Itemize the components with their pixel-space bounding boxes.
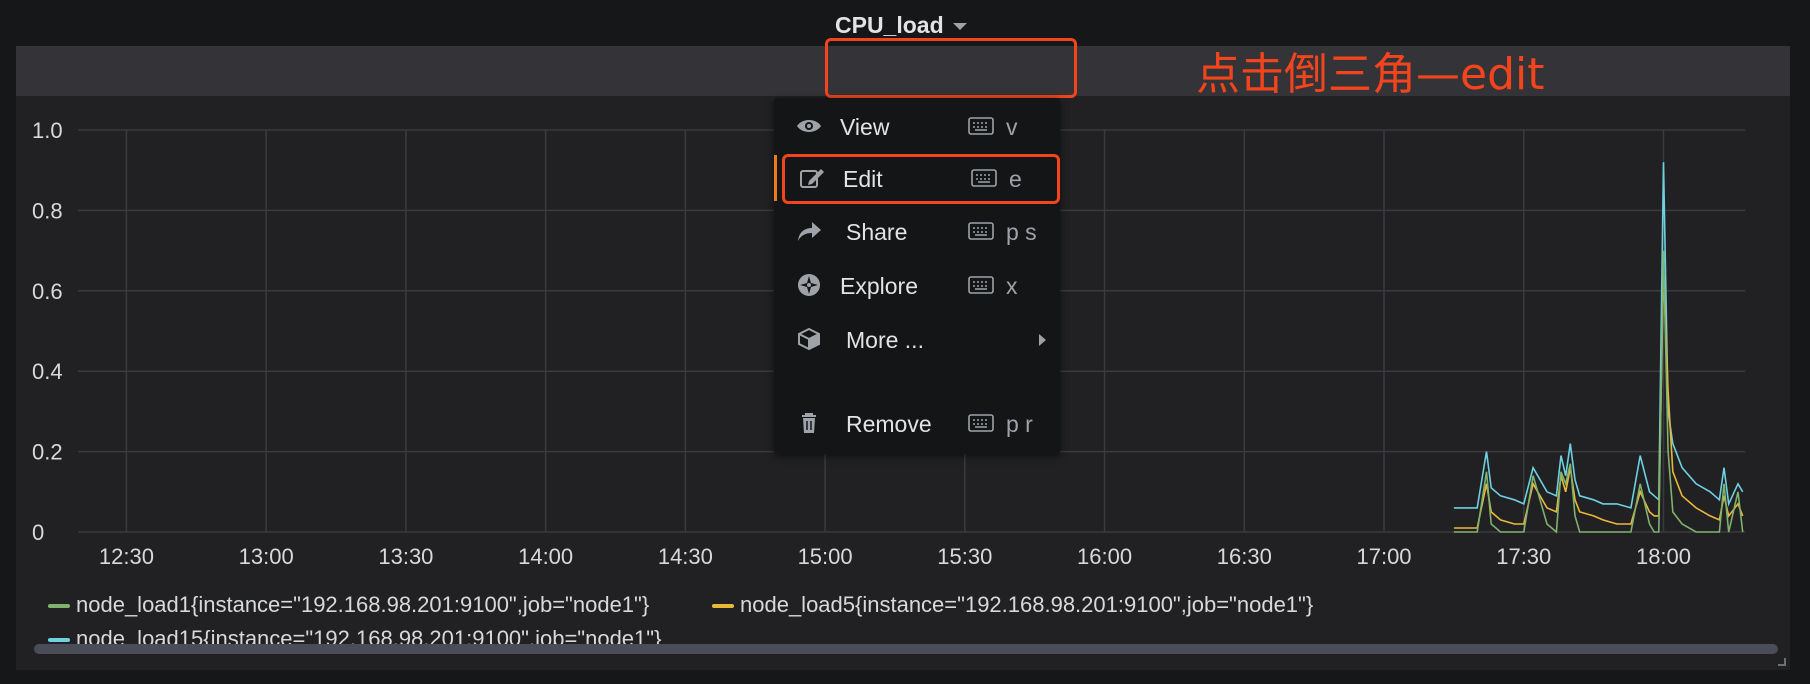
keyboard-icon	[968, 414, 994, 432]
panel-dropdown-menu: View v Edit e Share p s Explore x More .…	[774, 98, 1060, 454]
menu-shortcut: p s	[1006, 219, 1037, 245]
title-highlight-box	[825, 38, 1077, 98]
legend-scrollbar[interactable]	[34, 644, 1778, 654]
y-tick-label: 1.0	[32, 118, 63, 143]
legend-item-load15[interactable]: node_load15{instance="192.168.98.201:910…	[48, 626, 661, 644]
x-tick-label: 12:30	[99, 544, 154, 569]
x-tick-label: 16:00	[1077, 544, 1132, 569]
edit-highlight-box	[782, 154, 1060, 204]
menu-item-label: More ...	[846, 327, 924, 353]
y-tick-label: 0.4	[32, 359, 63, 384]
submenu-arrow-icon	[1039, 334, 1046, 346]
x-tick-label: 16:30	[1217, 544, 1272, 569]
cube-icon	[798, 327, 820, 351]
menu-shortcut: v	[1006, 114, 1018, 140]
legend-swatch	[48, 638, 70, 643]
compass-icon	[798, 274, 820, 296]
x-tick-label: 15:30	[937, 544, 992, 569]
menu-item-explore[interactable]: Explore x	[774, 262, 1060, 308]
y-tick-label: 0.8	[32, 198, 63, 223]
chart-legend: node_load1{instance="192.168.98.201:9100…	[44, 588, 1784, 644]
menu-item-label: View	[840, 114, 890, 140]
x-tick-label: 17:00	[1356, 544, 1411, 569]
menu-item-more[interactable]: More ...	[774, 316, 1060, 362]
menu-item-label: Remove	[846, 411, 932, 437]
y-tick-label: 0.6	[32, 279, 63, 304]
series-line-load15	[1453, 162, 1744, 509]
eye-icon	[797, 120, 821, 132]
menu-shortcut: p r	[1006, 411, 1033, 437]
annotation-text: 点击倒三角—edit	[1196, 49, 1545, 100]
menu-item-label: Explore	[840, 273, 918, 299]
x-tick-label: 14:30	[658, 544, 713, 569]
caret-down-icon[interactable]	[952, 23, 967, 31]
legend-item-load1[interactable]: node_load1{instance="192.168.98.201:9100…	[48, 592, 649, 618]
panel-title-text: CPU_load	[835, 12, 944, 38]
y-tick-label: 0.2	[32, 440, 63, 465]
panel-title-button[interactable]: CPU_load	[835, 12, 967, 39]
x-tick-label: 13:30	[378, 544, 433, 569]
x-tick-label: 18:00	[1636, 544, 1691, 569]
keyboard-icon	[968, 222, 994, 240]
x-tick-label: 14:00	[518, 544, 573, 569]
menu-shortcut: x	[1006, 273, 1018, 299]
x-tick-label: 15:00	[798, 544, 853, 569]
menu-item-remove[interactable]: Remove p r	[774, 400, 1060, 446]
series-line-load5	[1453, 270, 1744, 529]
legend-label: node_load1{instance="192.168.98.201:9100…	[76, 592, 650, 617]
trash-icon	[802, 413, 816, 433]
menu-item-label: Share	[846, 219, 908, 245]
x-tick-label: 17:30	[1496, 544, 1551, 569]
legend-swatch	[48, 604, 70, 609]
keyboard-icon	[968, 117, 994, 135]
menu-item-share[interactable]: Share p s	[774, 208, 1060, 254]
legend-label: node_load15{instance="192.168.98.201:910…	[76, 626, 662, 644]
resize-handle-icon[interactable]	[1776, 656, 1786, 666]
legend-label: node_load5{instance="192.168.98.201:9100…	[740, 592, 1314, 617]
x-tick-label: 13:00	[239, 544, 294, 569]
legend-item-load5[interactable]: node_load5{instance="192.168.98.201:9100…	[712, 592, 1313, 618]
share-icon	[798, 222, 821, 241]
series-line-load1	[1453, 250, 1744, 534]
legend-swatch	[712, 604, 734, 609]
y-tick-label: 0	[32, 520, 44, 545]
menu-item-view[interactable]: View v	[774, 103, 1060, 149]
keyboard-icon	[968, 276, 994, 294]
